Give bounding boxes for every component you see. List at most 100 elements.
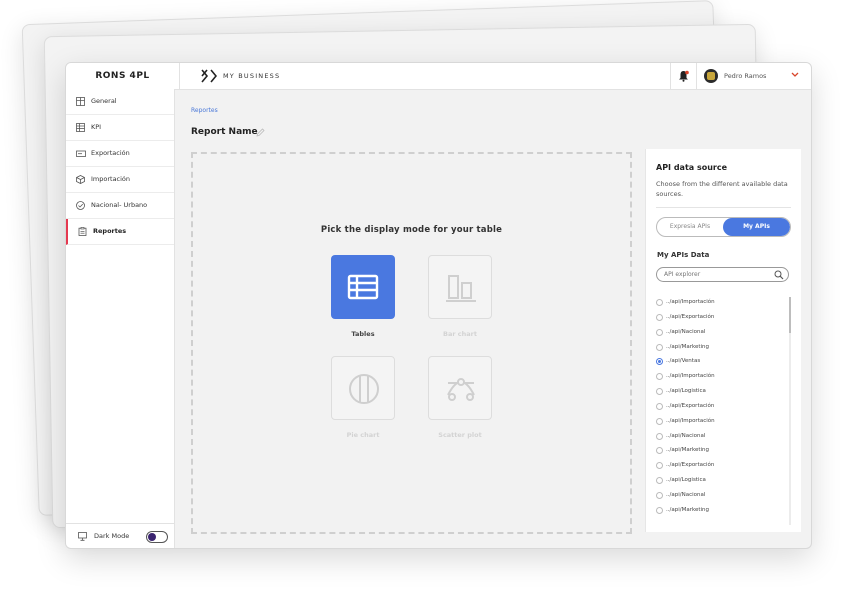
- radio-button[interactable]: [656, 388, 663, 396]
- pick-title: Pick the display mode for your table: [320, 225, 503, 235]
- pie-chart-icon: [349, 374, 379, 404]
- sidebar-item-importacion[interactable]: Importación: [66, 167, 174, 193]
- report-name: Report Name: [191, 127, 258, 137]
- api-item-label: ../api/Importación: [666, 299, 715, 305]
- api-item-label: ../api/Marketing: [666, 506, 710, 513]
- radio-button[interactable]: [656, 402, 663, 410]
- dark-mode-label: Dark Mode: [94, 532, 130, 540]
- api-source-tabs: Expresia APIs My APIs: [656, 217, 791, 237]
- radio-button[interactable]: [656, 506, 663, 514]
- sidebar-item-label: Nacional- Urbano: [91, 201, 148, 209]
- api-item[interactable]: ../api/Marketing: [656, 443, 784, 458]
- radio-button[interactable]: [656, 343, 663, 351]
- api-item-label: ../api/Logistica: [666, 477, 706, 484]
- radio-button[interactable]: [656, 328, 663, 336]
- dark-mode-row: Dark Mode: [66, 523, 174, 548]
- scatter-plot-icon: [447, 378, 475, 401]
- api-item[interactable]: ../api/Exportación: [656, 458, 784, 473]
- sidebar-item-exportacion[interactable]: Exportación: [66, 141, 174, 167]
- brand-name: RONS 4PL: [66, 63, 180, 89]
- api-data-source-panel: API data source Choose from the differen…: [645, 149, 801, 532]
- api-list: ../api/Importación ../api/Exportación ..…: [656, 295, 784, 518]
- radio-button[interactable]: [656, 417, 663, 425]
- api-item[interactable]: ../api/Importación: [656, 369, 784, 384]
- grid-icon: [76, 97, 85, 106]
- radio-button[interactable]: [656, 432, 663, 440]
- panel-description: Choose from the different available data…: [656, 180, 788, 198]
- api-item[interactable]: ../api/Exportación: [656, 399, 784, 414]
- chevron-down-icon[interactable]: [791, 72, 799, 78]
- api-item-label: ../api/Exportación: [666, 313, 715, 320]
- box-icon: [76, 175, 85, 184]
- api-item[interactable]: ../api/Nacional: [656, 429, 784, 444]
- mode-label: Bar chart: [443, 330, 477, 338]
- sidebar-item-label: KPI: [91, 123, 102, 131]
- api-item-label: ../api/Importación: [666, 417, 715, 424]
- api-item-selected[interactable]: ../api/Ventas: [656, 354, 784, 369]
- top-bar: RONS 4PL MY BUSINESS Pedro Ramos: [66, 63, 811, 90]
- mode-label: Scatter plot: [438, 431, 482, 439]
- api-item-label: ../api/Ventas: [666, 358, 701, 365]
- api-item-label: ../api/Logistica: [666, 388, 706, 395]
- check-circle-icon: [76, 201, 85, 210]
- divider: [656, 207, 791, 208]
- export-icon: [76, 150, 86, 157]
- avatar[interactable]: [704, 69, 718, 83]
- radio-button[interactable]: [656, 358, 663, 366]
- sidebar-item-general[interactable]: General: [66, 89, 174, 115]
- mode-pie-chart-button[interactable]: [331, 356, 395, 420]
- api-item[interactable]: ../api/Importación: [656, 295, 784, 310]
- radio-button[interactable]: [656, 299, 663, 306]
- sidebar-item-reportes[interactable]: Reportes: [66, 219, 174, 245]
- api-search-input[interactable]: [664, 269, 764, 280]
- api-item-label: ../api/Nacional: [666, 491, 706, 498]
- api-item-label: ../api/Importación: [666, 373, 715, 380]
- business-logo-icon: [201, 69, 217, 83]
- scrollbar-thumb[interactable]: [789, 297, 791, 333]
- api-item[interactable]: ../api/Importación: [656, 414, 784, 429]
- table-icon: [347, 274, 379, 300]
- apis-subtitle: My APIs Data: [657, 251, 710, 259]
- radio-button[interactable]: [656, 313, 663, 321]
- pencil-icon[interactable]: [256, 128, 265, 137]
- api-search: [656, 267, 789, 282]
- clipboard-icon: [78, 227, 87, 236]
- radio-button[interactable]: [656, 491, 663, 499]
- mode-label: Tables: [351, 330, 375, 338]
- sidebar-item-kpi[interactable]: KPI: [66, 115, 174, 141]
- api-item-label: ../api/Marketing: [666, 343, 710, 350]
- api-item-label: ../api/Exportación: [666, 402, 715, 409]
- business-name: MY BUSINESS: [223, 72, 281, 80]
- api-item[interactable]: ../api/Nacional: [656, 488, 784, 503]
- api-item[interactable]: ../api/Nacional: [656, 325, 784, 340]
- api-item[interactable]: ../api/Exportación: [656, 310, 784, 325]
- breadcrumb[interactable]: Reportes: [191, 107, 218, 114]
- monitor-icon: [78, 532, 87, 541]
- bell-icon: [679, 70, 689, 82]
- mode-bar-chart-button[interactable]: [428, 255, 492, 319]
- radio-button[interactable]: [656, 447, 663, 455]
- api-item[interactable]: ../api/Logistica: [656, 384, 784, 399]
- radio-button[interactable]: [656, 462, 663, 470]
- api-item-label: ../api/Nacional: [666, 328, 706, 335]
- sidebar-item-label: Reportes: [93, 227, 127, 235]
- bar-chart-icon: [446, 275, 476, 302]
- api-item[interactable]: ../api/Marketing: [656, 503, 784, 518]
- dark-mode-toggle[interactable]: [146, 531, 168, 543]
- tab-expresia-apis[interactable]: Expresia APIs: [657, 218, 723, 236]
- api-item[interactable]: ../api/Logistica: [656, 473, 784, 488]
- mode-tables-button[interactable]: [331, 255, 395, 319]
- tab-my-apis[interactable]: My APIs: [723, 218, 790, 236]
- api-item[interactable]: ../api/Marketing: [656, 340, 784, 355]
- search-icon[interactable]: [774, 270, 784, 280]
- radio-button[interactable]: [656, 373, 663, 381]
- panel-title: API data source: [656, 163, 728, 172]
- sidebar-item-nacional-urbano[interactable]: Nacional- Urbano: [66, 193, 174, 219]
- sidebar-item-label: Importación: [91, 175, 131, 183]
- radio-button[interactable]: [656, 477, 663, 485]
- notification-button[interactable]: [670, 63, 697, 89]
- api-item-label: ../api/Nacional: [666, 432, 706, 439]
- display-mode-dropzone: Pick the display mode for your table Tab…: [191, 152, 632, 534]
- mode-scatter-plot-button[interactable]: [428, 356, 492, 420]
- user-name[interactable]: Pedro Ramos: [724, 63, 766, 89]
